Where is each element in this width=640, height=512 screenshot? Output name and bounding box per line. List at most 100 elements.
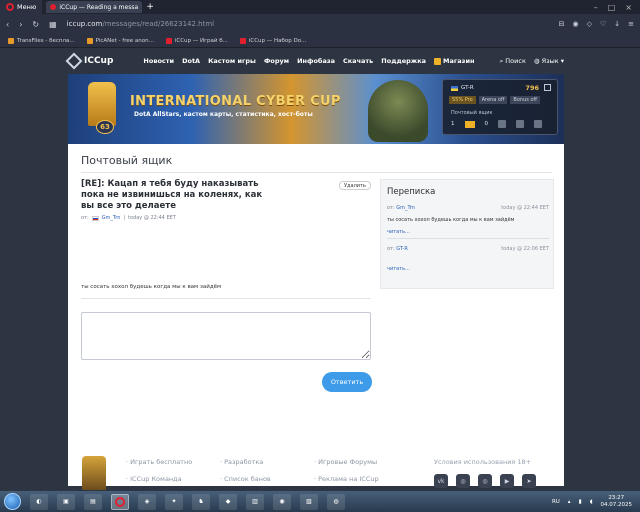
main-content: Почтовый ящик [RE]: Кацап я тебя буду на…: [68, 144, 564, 486]
taskbar-opera[interactable]: [111, 493, 129, 510]
taskbar-app[interactable]: ◈: [138, 493, 156, 510]
footer-link[interactable]: Разработка: [220, 458, 271, 466]
browser-tab-bar: Меню iCCup — Reading a messa × + – □ ×: [0, 0, 640, 14]
bonus-stat[interactable]: Bonus off: [510, 96, 540, 104]
envelope-icon[interactable]: [464, 120, 475, 128]
nav-download[interactable]: Скачать: [343, 57, 373, 65]
user-name-row[interactable]: GT-R: [451, 85, 474, 91]
split-icon[interactable]: ⊟: [559, 20, 565, 28]
start-button[interactable]: [4, 493, 21, 510]
reload-icon[interactable]: ↻: [32, 20, 39, 29]
address-bar-icons: ⊟ ◉ ◇ ♡ ↓ ≡: [559, 20, 634, 28]
terms-link[interactable]: Условия использования 18+: [434, 458, 531, 466]
tray-arrow-icon[interactable]: ▴: [568, 499, 571, 505]
taskbar-app[interactable]: ✦: [165, 493, 183, 510]
bookmark-favicon-icon: [239, 37, 246, 44]
site-logo[interactable]: ICCup: [65, 52, 113, 70]
tab-close-icon[interactable]: ×: [141, 4, 142, 11]
footer-link[interactable]: Список банов: [220, 475, 271, 483]
browser-tab-active[interactable]: iCCup — Reading a messa ×: [46, 1, 143, 13]
nav-infobase[interactable]: Инфобаза: [297, 57, 335, 65]
url-field[interactable]: iccup.com/messages/read/26623142.html: [67, 20, 549, 28]
user-stats: 55% Pro Arena off Bonus off: [449, 96, 540, 104]
page-title: Почтовый ящик: [81, 154, 173, 167]
telegram-icon[interactable]: ➤: [522, 474, 536, 488]
message-date: today @ 22:44 EET: [128, 215, 176, 221]
language-selector[interactable]: ◍ Язык ▾: [534, 57, 564, 66]
bookmark-favicon-icon: [86, 37, 93, 44]
taskbar-app[interactable]: ▤: [84, 493, 102, 510]
bookmark-item[interactable]: iCCup — Набор Do...: [239, 37, 306, 44]
taskbar-app[interactable]: ▧: [300, 493, 318, 510]
footer-col-2: Разработка Список банов: [220, 458, 271, 483]
volume-icon[interactable]: ◖: [590, 499, 593, 505]
reply-button[interactable]: Ответить: [322, 372, 372, 392]
conversation-author[interactable]: Gm_Trn: [396, 205, 415, 211]
vk-icon[interactable]: vk: [434, 474, 448, 488]
bookmark-item[interactable]: TransFiles - беспла...: [8, 37, 75, 44]
footer-link[interactable]: Играть бесплатно: [126, 458, 192, 466]
message-subject: [RE]: Кацап я тебя буду наказывать пока …: [81, 179, 263, 211]
footer-link[interactable]: Реклама на ICCup: [314, 475, 378, 483]
read-more-link[interactable]: читать...: [387, 229, 549, 235]
site-search-button[interactable]: ⌕ Поиск: [500, 57, 526, 66]
network-icon[interactable]: ▮: [579, 499, 582, 505]
banner-subtitle: DotA AllStars, кастом карты, статистика,…: [134, 111, 313, 118]
footer-link[interactable]: ICCup Команда: [126, 475, 192, 483]
bookmark-item[interactable]: PicANet - free anon...: [86, 37, 154, 44]
hero-artwork: [368, 80, 428, 142]
maximize-icon[interactable]: □: [608, 3, 616, 12]
footer-link[interactable]: Игровые Форумы: [314, 458, 379, 466]
warning-icon[interactable]: [516, 120, 524, 128]
nav-forum[interactable]: Форум: [264, 57, 289, 65]
title-divider: [81, 172, 552, 173]
download-icon[interactable]: ↓: [614, 20, 620, 28]
meta-separator: |: [123, 215, 126, 221]
new-tab-icon[interactable]: +: [146, 2, 154, 12]
message-author[interactable]: Gm_Trn: [102, 215, 121, 221]
close-window-icon[interactable]: ×: [625, 3, 632, 12]
taskbar-app[interactable]: ▥: [246, 493, 264, 510]
keyboard-language[interactable]: RU: [552, 499, 560, 505]
arena-stat[interactable]: Arena off: [478, 96, 508, 104]
forward-icon[interactable]: ›: [19, 20, 22, 29]
youtube-icon[interactable]: ▶: [500, 474, 514, 488]
taskbar-app[interactable]: ▣: [57, 493, 75, 510]
conversation-divider: [387, 238, 549, 239]
discord-alt-icon[interactable]: ◎: [478, 474, 492, 488]
settings-icon[interactable]: [534, 120, 542, 128]
system-tray: RU ▴ ▮ ◖ 23:27 04.07.2025: [552, 495, 640, 509]
browser-menu-button[interactable]: Меню: [0, 0, 43, 14]
discord-icon[interactable]: ◎: [456, 474, 470, 488]
clock[interactable]: 23:27 04.07.2025: [601, 495, 633, 509]
friends-icon[interactable]: [498, 120, 506, 128]
conversation-author[interactable]: GT-R: [396, 246, 408, 252]
shield-icon[interactable]: ◇: [587, 20, 592, 28]
reply-textarea[interactable]: [81, 312, 371, 360]
bookmark-label: iCCup — Играй б...: [174, 37, 228, 44]
minimize-icon[interactable]: –: [594, 3, 598, 12]
speed-dial-icon[interactable]: ▦: [49, 20, 57, 29]
bookmark-item[interactable]: iCCup — Играй б...: [165, 37, 228, 44]
level-badge: 63: [96, 120, 114, 134]
extensions-icon[interactable]: ≡: [628, 20, 634, 28]
logout-icon[interactable]: [544, 84, 551, 91]
delete-button[interactable]: Удалить: [339, 181, 371, 190]
nav-dota[interactable]: DotA: [182, 57, 200, 65]
back-icon[interactable]: ‹: [6, 20, 9, 29]
nav-news[interactable]: Новости: [143, 57, 174, 65]
read-more-link[interactable]: читать...: [387, 266, 549, 272]
from-prefix: от:: [81, 215, 89, 221]
taskbar-app[interactable]: ◍: [327, 493, 345, 510]
user-coins: 796: [525, 84, 539, 92]
camera-icon[interactable]: ◉: [572, 20, 578, 28]
bookmark-heart-icon[interactable]: ♡: [600, 20, 606, 28]
pro-stat[interactable]: 55% Pro: [449, 96, 476, 104]
taskbar-app[interactable]: ◐: [30, 493, 48, 510]
nav-support[interactable]: Поддержка: [381, 57, 426, 65]
taskbar-app[interactable]: ◆: [219, 493, 237, 510]
taskbar-app[interactable]: ◉: [273, 493, 291, 510]
nav-shop[interactable]: Магазин: [434, 57, 475, 65]
taskbar-app[interactable]: ♞: [192, 493, 210, 510]
nav-custom-games[interactable]: Кастом игры: [208, 57, 256, 65]
